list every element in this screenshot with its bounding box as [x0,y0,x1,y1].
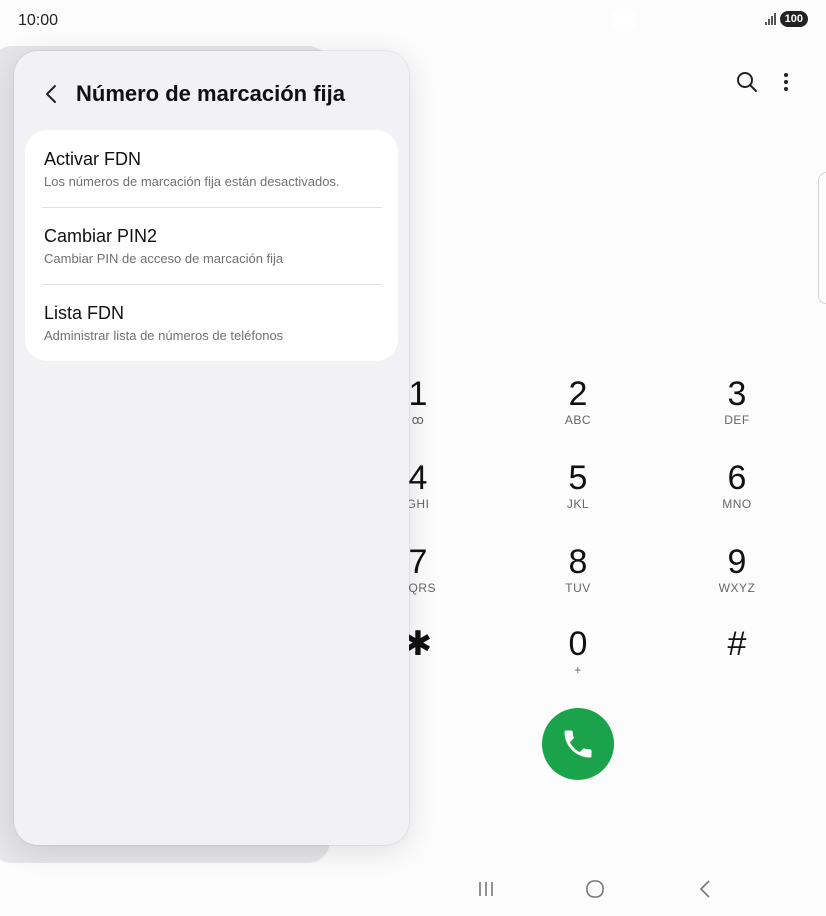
setting-title: Lista FDN [44,303,125,323]
key-letters: WXYZ [718,581,756,595]
setting-subtitle: Administrar lista de números de teléfono… [44,328,284,343]
divider [42,284,382,285]
page-title: Número de marcación fija [76,81,345,106]
key-letters: JKL [566,497,590,511]
battery-indicator: 100 [779,11,808,27]
signal-icon [764,13,776,25]
dialpad-key-0[interactable]: 0 + [533,627,623,677]
key-digit: 8 [568,543,588,581]
call-button[interactable] [542,708,614,780]
fdn-settings-panel: Número de marcación fija Activar FDN Los… [14,51,409,845]
key-letters: + [574,663,582,677]
divider [42,207,382,208]
key-letters: TUV [565,581,591,595]
dialpad-key-8[interactable]: 8 TUV [533,545,623,595]
dialpad-key-2[interactable]: 2 ABC [533,377,623,427]
key-digit: # [727,625,747,663]
settings-card: Activar FDN Los números de marcación fij… [25,130,398,361]
phone-icon [564,730,592,758]
key-letters: DEF [724,413,750,427]
key-letters: ABC [564,413,592,427]
status-time: 10:00 [18,12,59,29]
setting-subtitle: Los números de marcación fija están desa… [44,174,340,189]
key-digit: 5 [568,459,588,497]
key-letters: MNO [722,497,752,511]
dialpad-key-6[interactable]: 6 MNO [692,461,782,511]
key-digit: 6 [727,459,747,497]
setting-item-activar-fdn[interactable]: Activar FDN Los números de marcación fij… [44,149,384,189]
key-digit: 0 [568,625,588,663]
home-icon[interactable] [584,878,606,900]
key-digit: 2 [568,375,588,413]
dialpad-key-5[interactable]: 5 JKL [533,461,623,511]
more-vert-icon[interactable] [776,70,796,94]
camera-cutout [612,8,636,32]
status-icons: 100 [764,11,808,27]
search-icon[interactable] [735,70,759,94]
setting-title: Activar FDN [44,149,142,169]
key-digit: 3 [727,375,747,413]
panel-header: Número de marcación fija [44,81,345,107]
nav-back-icon[interactable] [697,878,713,900]
side-panel-handle[interactable] [818,172,826,304]
chevron-left-icon[interactable] [44,82,58,106]
dialpad-key-3[interactable]: 3 DEF [692,377,782,427]
dialpad-key-9[interactable]: 9 WXYZ [692,545,782,595]
key-digit: 9 [727,543,747,581]
recent-apps-icon[interactable] [477,878,495,900]
setting-subtitle: Cambiar PIN de acceso de marcación fija [44,251,284,266]
setting-item-lista-fdn[interactable]: Lista FDN Administrar lista de números d… [44,303,384,343]
setting-title: Cambiar PIN2 [44,226,158,246]
setting-item-cambiar-pin2[interactable]: Cambiar PIN2 Cambiar PIN de acceso de ma… [44,226,384,266]
dialpad-key-hash[interactable]: # [692,627,782,661]
